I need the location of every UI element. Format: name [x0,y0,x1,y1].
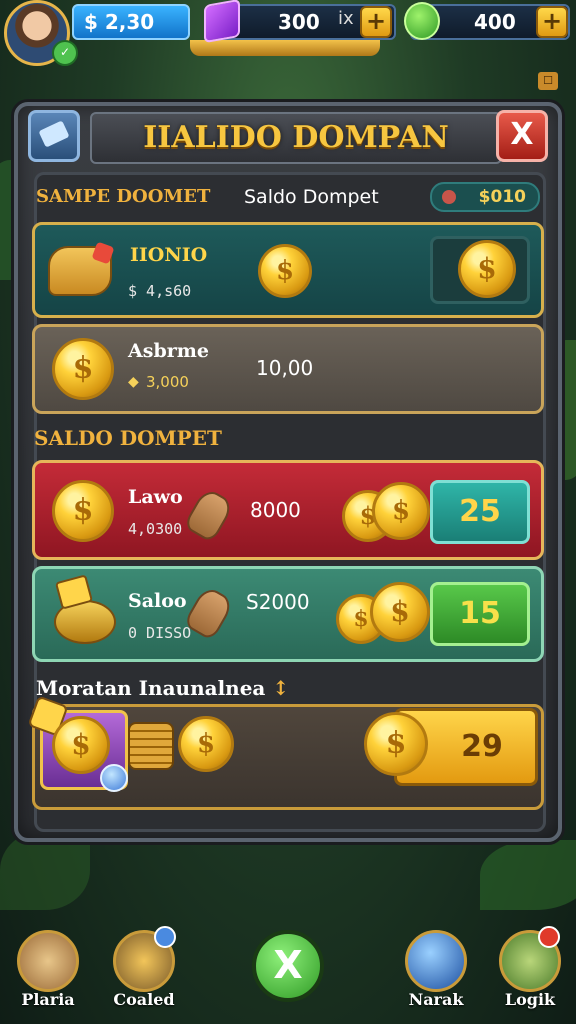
cash-value: $ 2,30 [84,10,155,34]
coin-icon: $ [52,716,110,774]
cash-counter: $ 2,30 [72,4,190,40]
reward-button[interactable]: 15 [430,582,530,646]
nav-label: Plaria [21,990,75,1009]
coin-icon: $ [370,582,430,642]
coin-icon: $ [372,482,430,540]
leaf-icon [404,2,440,40]
header-banner [190,40,380,56]
row-value: 10,00 [256,356,314,380]
reward-value: 29 [461,729,503,764]
map-icon [17,930,79,992]
background-leaf [0,830,90,910]
nav-item-plaria[interactable]: Plaria [12,930,84,1009]
alert-badge-icon [538,926,560,948]
header-left-label: SAMPE DOOMET [36,186,211,207]
gem-icon [204,0,240,44]
section-title: SALDO DOMPET [34,426,222,450]
hammer-icon [38,120,70,148]
coin-icon: $ [258,244,312,298]
gem-icon [100,764,128,792]
row-sub: 4,0300 [128,520,183,538]
background-leaf [480,840,576,910]
balance-pill: $010 [430,182,540,212]
panel-title: IIALIDO DOMPAN [90,112,502,164]
gem-value: 300 [278,10,320,34]
header-middle-label: Saldo Dompet [244,186,379,208]
notification-badge-icon [154,926,176,948]
avatar-level-icon: ✓ [52,40,78,66]
notification-icon[interactable]: ☐ [538,72,558,90]
row-sub: $ 4,s60 [128,282,192,300]
row-name: IIONIO [130,244,208,266]
row-sub: 0 DISSO [128,624,192,642]
gold-coin-icon: ◆ [128,374,139,390]
row-value: S2000 [246,590,310,614]
gem-multiplier: ix [338,8,354,29]
balance-icon [442,190,456,204]
globe-icon [405,930,467,992]
hammer-button[interactable] [28,110,80,162]
top-bar: ✓ $ 2,30 300 ix + 400 + [0,0,576,66]
row-name: Saloo [128,590,187,612]
row-sub: 3,000 [146,373,189,391]
row-value: 8000 [250,498,301,522]
coin-icon: $ [52,480,114,542]
balance-value: $010 [478,187,526,207]
reward-button[interactable]: 25 [430,480,530,544]
leaf-value: 400 [474,10,516,34]
coin-stack-icon [128,722,174,770]
add-leaves-button[interactable]: + [536,6,568,38]
section-title-text: Moratan Inaunalnea [36,676,266,700]
play-button[interactable]: X [252,930,324,1002]
close-button[interactable]: X [496,110,548,162]
coin-icon: $ [52,338,114,400]
coin-icon: $ [458,240,516,298]
row-name: Asbrme [128,340,209,362]
nav-item-narak[interactable]: Narak [400,930,472,1009]
coin-icon: $ [364,712,428,776]
row-name: Lawo [128,486,183,508]
nav-label: Coaled [113,990,175,1009]
sort-arrow-icon: ↕ [272,676,290,700]
add-gems-button[interactable]: + [360,6,392,38]
wallet-header: SAMPE DOOMET Saldo Dompet $010 [36,182,556,214]
coin-icon: $ [178,716,234,772]
nav-label: Narak [408,990,464,1009]
section-title: Moratan Inaunalnea ↕ [36,676,289,700]
nav-label: Logik [504,990,556,1009]
